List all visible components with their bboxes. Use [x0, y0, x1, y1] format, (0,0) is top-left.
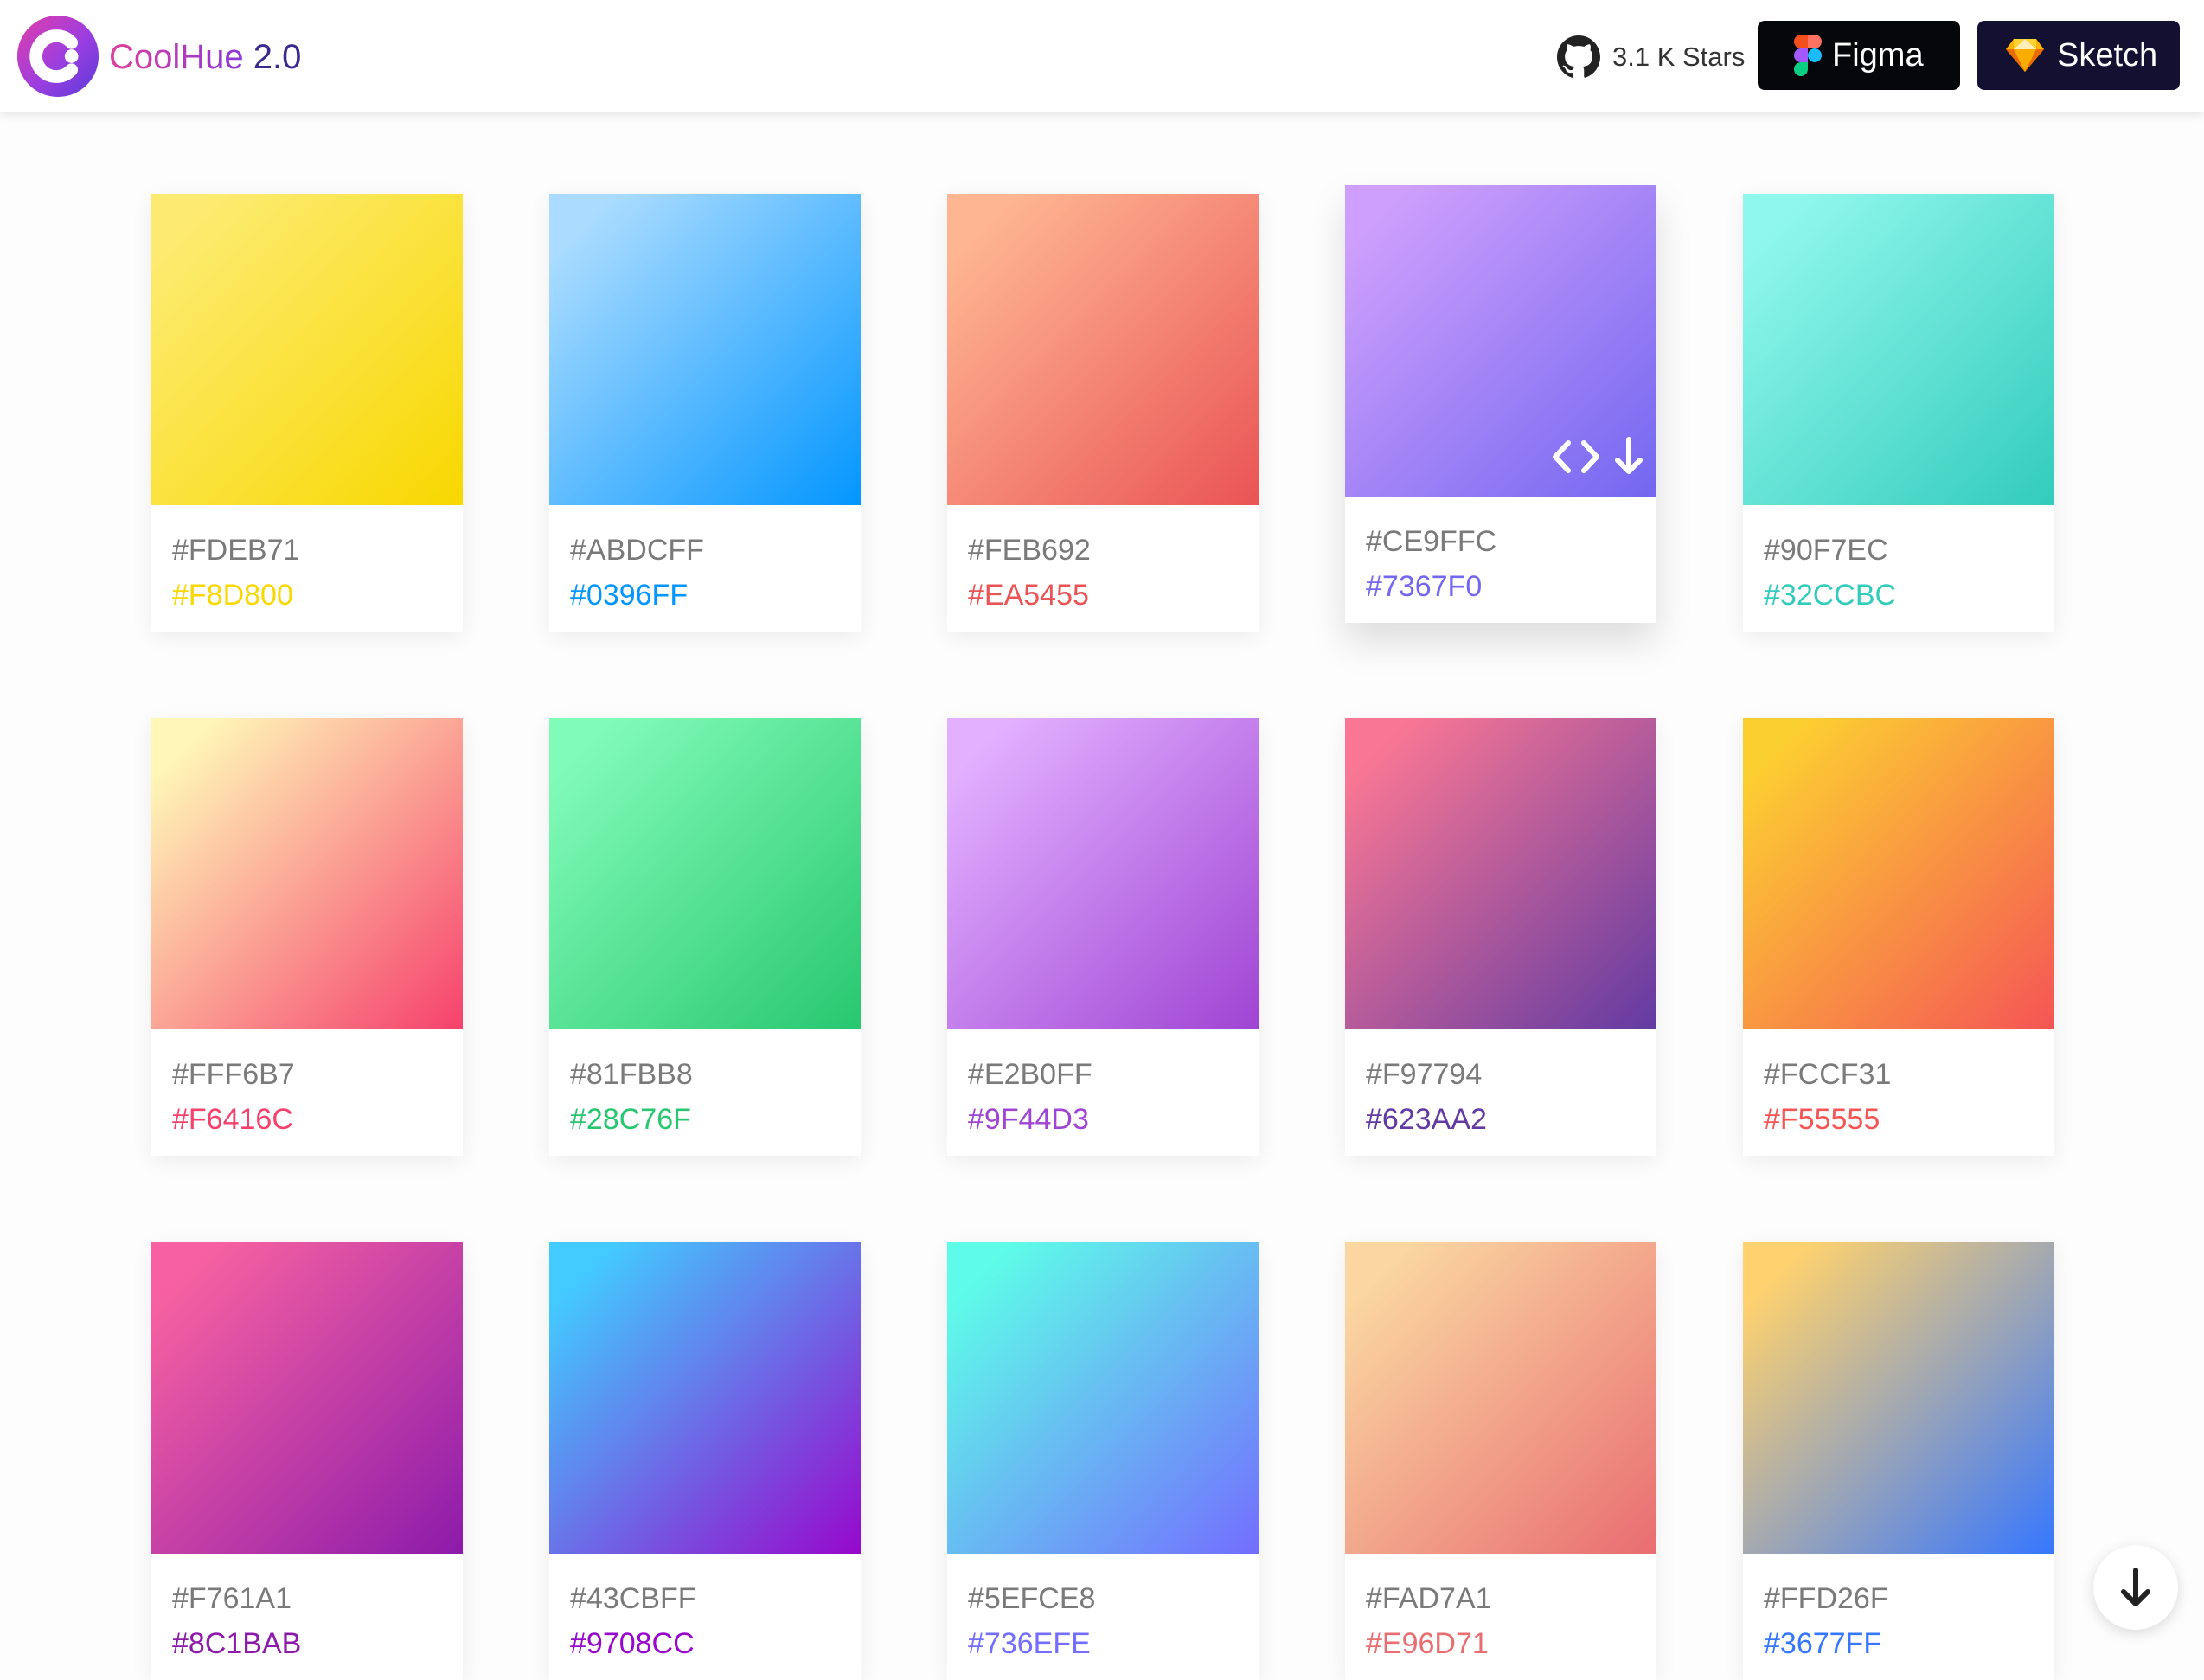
end-color-hex[interactable]: #EA5455 — [968, 578, 1089, 612]
gradient-swatch[interactable] — [1743, 1242, 2054, 1554]
gradient-card[interactable]: #FCCF31 #F55555 — [1743, 718, 2054, 1156]
start-color-hex[interactable]: #FCCF31 — [1764, 1057, 1891, 1092]
gradient-swatch[interactable] — [1345, 718, 1656, 1029]
figma-label: Figma — [1832, 36, 1924, 74]
end-color-hex[interactable]: #F8D800 — [172, 578, 293, 612]
start-color-hex[interactable]: #E2B0FF — [968, 1057, 1092, 1092]
gradient-card[interactable]: #90F7EC #32CCBC — [1743, 194, 2054, 632]
end-color-hex[interactable]: #8C1BAB — [172, 1626, 301, 1661]
gradient-swatch[interactable] — [549, 194, 861, 505]
coolhue-logo-icon[interactable] — [16, 14, 100, 99]
gradient-card[interactable]: #ABDCFF #0396FF — [549, 194, 861, 632]
start-color-hex[interactable]: #FAD7A1 — [1366, 1581, 1492, 1616]
brand-title[interactable]: CoolHue 2.0 — [109, 35, 301, 80]
gradient-swatch[interactable] — [151, 1242, 463, 1554]
gradient-card[interactable]: #81FBB8 #28C76F — [549, 718, 861, 1156]
gradient-swatch[interactable] — [947, 1242, 1259, 1554]
start-color-hex[interactable]: #5EFCE8 — [968, 1581, 1095, 1616]
gradient-card[interactable]: #E2B0FF #9F44D3 — [947, 718, 1259, 1156]
start-color-hex[interactable]: #90F7EC — [1764, 533, 1888, 567]
start-color-hex[interactable]: #F97794 — [1366, 1057, 1482, 1092]
end-color-hex[interactable]: #E96D71 — [1366, 1626, 1489, 1661]
gradient-swatch[interactable] — [947, 194, 1259, 505]
stars-label: 3.1 K Stars — [1612, 42, 1746, 72]
brand-version: 2.0 — [243, 38, 302, 76]
gradient-swatch[interactable] — [549, 1242, 861, 1554]
start-color-hex[interactable]: #ABDCFF — [570, 533, 704, 567]
sketch-button[interactable]: Sketch — [1977, 21, 2180, 90]
start-color-hex[interactable]: #FFD26F — [1764, 1581, 1888, 1616]
gradient-swatch[interactable] — [549, 718, 861, 1029]
start-color-hex[interactable]: #CE9FFC — [1366, 524, 1496, 559]
end-color-hex[interactable]: #0396FF — [570, 578, 688, 612]
gradient-swatch[interactable] — [1743, 194, 2054, 505]
start-color-hex[interactable]: #F761A1 — [172, 1581, 292, 1616]
gradient-card[interactable]: #FFD26F #3677FF — [1743, 1242, 2054, 1680]
card-actions — [1535, 436, 1656, 479]
gradient-card[interactable]: #FDEB71 #F8D800 — [151, 194, 463, 632]
sketch-icon — [2006, 39, 2044, 72]
end-color-hex[interactable]: #9F44D3 — [968, 1102, 1089, 1137]
sketch-label: Sketch — [2057, 36, 2158, 74]
end-color-hex[interactable]: #623AA2 — [1366, 1102, 1487, 1137]
end-color-hex[interactable]: #28C76F — [570, 1102, 691, 1137]
gradient-card[interactable]: #43CBFF #9708CC — [549, 1242, 861, 1680]
start-color-hex[interactable]: #FEB692 — [968, 533, 1091, 567]
brand-name: CoolHue — [109, 38, 244, 76]
gradient-swatch[interactable] — [1345, 1242, 1656, 1554]
gradient-swatch[interactable] — [151, 194, 463, 505]
github-stars-link[interactable]: 3.1 K Stars — [1557, 33, 1745, 81]
gradient-card[interactable]: #5EFCE8 #736EFE — [947, 1242, 1259, 1680]
scroll-down-button[interactable] — [2093, 1545, 2178, 1630]
download-icon[interactable] — [1613, 436, 1644, 476]
end-color-hex[interactable]: #736EFE — [968, 1626, 1091, 1661]
start-color-hex[interactable]: #43CBFF — [570, 1581, 696, 1616]
end-color-hex[interactable]: #9708CC — [570, 1626, 695, 1661]
top-bar: CoolHue 2.0 3.1 K Stars Figma Sketch — [0, 0, 2204, 112]
end-color-hex[interactable]: #32CCBC — [1764, 578, 1896, 612]
code-icon[interactable] — [1551, 438, 1601, 476]
gradient-swatch[interactable] — [151, 718, 463, 1029]
gradient-swatch[interactable] — [1743, 718, 2054, 1029]
end-color-hex[interactable]: #7367F0 — [1366, 569, 1482, 604]
gradient-card[interactable]: #F97794 #623AA2 — [1345, 718, 1656, 1156]
end-color-hex[interactable]: #F55555 — [1764, 1102, 1880, 1137]
end-color-hex[interactable]: #3677FF — [1764, 1626, 1881, 1661]
figma-button[interactable]: Figma — [1758, 21, 1960, 90]
gradient-swatch[interactable] — [947, 718, 1259, 1029]
arrow-down-icon — [2121, 1568, 2150, 1606]
gradient-card[interactable]: #FEB692 #EA5455 — [947, 194, 1259, 632]
start-color-hex[interactable]: #FFF6B7 — [172, 1057, 295, 1092]
github-icon — [1557, 35, 1600, 78]
figma-icon — [1794, 35, 1822, 76]
gradient-card[interactable]: #CE9FFC #7367F0 — [1345, 185, 1656, 623]
gradient-card[interactable]: #FFF6B7 #F6416C — [151, 718, 463, 1156]
end-color-hex[interactable]: #F6416C — [172, 1102, 293, 1137]
start-color-hex[interactable]: #FDEB71 — [172, 533, 299, 567]
gradient-card[interactable]: #FAD7A1 #E96D71 — [1345, 1242, 1656, 1680]
start-color-hex[interactable]: #81FBB8 — [570, 1057, 693, 1092]
gradient-card[interactable]: #F761A1 #8C1BAB — [151, 1242, 463, 1680]
